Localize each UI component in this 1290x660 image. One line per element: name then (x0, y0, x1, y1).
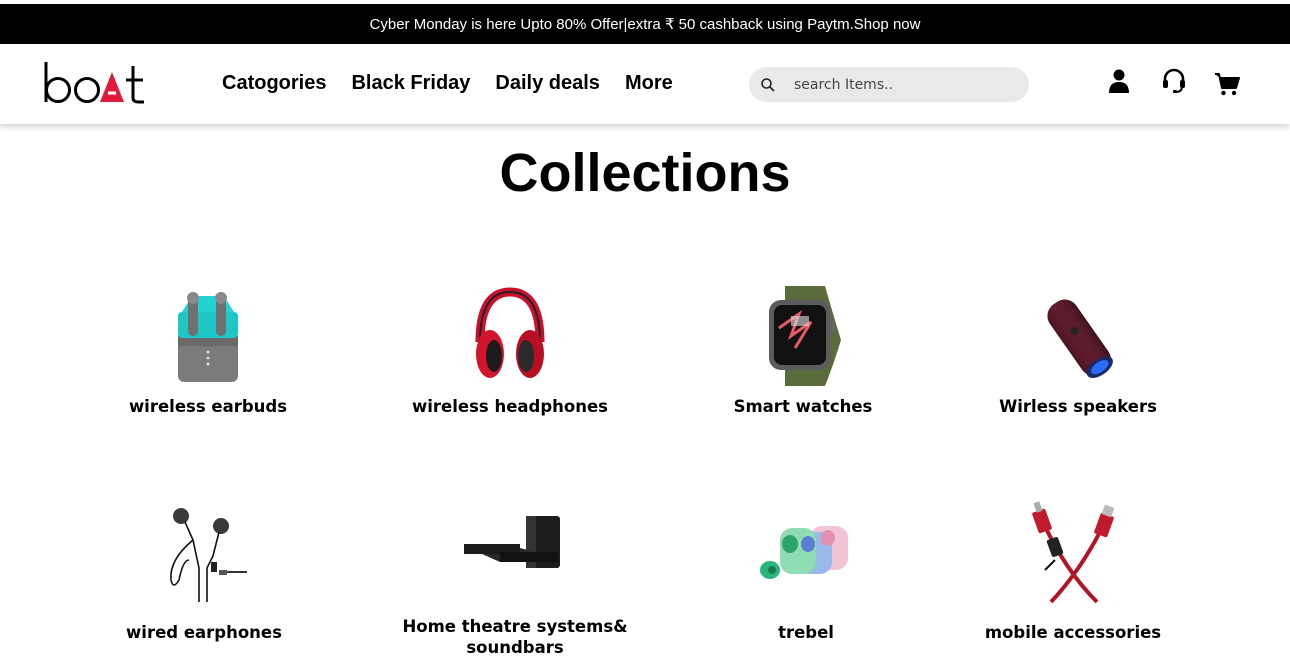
collection-card-smart-watches[interactable]: Smart watches (703, 284, 903, 417)
collection-label: wired earphones (126, 623, 282, 642)
main-nav: Catogories Black Friday Daily deals More (222, 72, 673, 95)
collection-label: trebel (778, 623, 834, 642)
boat-logo[interactable] (44, 60, 148, 106)
collection-label: Smart watches (733, 397, 873, 416)
smartwatch-image (769, 286, 841, 386)
collection-label: Home theatre systems& (402, 617, 628, 636)
collection-card-wireless-headphones[interactable]: wireless headphones (410, 284, 610, 417)
header: Catogories Black Friday Daily deals More (0, 44, 1290, 124)
collection-label: mobile accessories (984, 623, 1162, 642)
earbuds-image (178, 292, 238, 382)
promo-bar[interactable]: Cyber Monday is here Upto 80% Offer|extr… (0, 4, 1290, 44)
headphones-image (475, 287, 545, 378)
cart-icon[interactable] (1214, 71, 1240, 97)
user-icon[interactable] (1106, 68, 1132, 94)
collection-label-line2: soundbars (466, 638, 564, 657)
nav-item-categories[interactable]: Catogories (222, 72, 326, 95)
speaker-image (1047, 299, 1113, 378)
cable-image (1032, 501, 1115, 604)
page-title: Collections (499, 143, 791, 203)
earphones-image (170, 508, 247, 602)
collection-card-trebel[interactable]: trebel (706, 500, 906, 643)
search-bar[interactable] (749, 67, 1029, 102)
nav-item-black-friday[interactable]: Black Friday (351, 72, 470, 95)
collection-card-wireless-earbuds[interactable]: wireless earbuds (108, 284, 308, 417)
nav-item-more[interactable]: More (625, 72, 673, 95)
search-icon[interactable] (760, 77, 776, 93)
support-headset-icon[interactable] (1161, 68, 1187, 94)
search-input[interactable] (794, 76, 1014, 93)
nav-item-daily-deals[interactable]: Daily deals (495, 72, 600, 95)
collection-card-wired-earphones[interactable]: wired earphones (104, 500, 304, 643)
trebel-earbuds-image (760, 526, 848, 579)
collection-card-mobile-accessories[interactable]: mobile accessories (973, 500, 1173, 643)
collection-label: Wirless speakers (999, 397, 1157, 416)
collection-card-wireless-speakers[interactable]: Wirless speakers (978, 284, 1178, 417)
collection-card-home-theatre[interactable]: Home theatre systems& soundbars (400, 500, 630, 658)
collection-label: wireless headphones (412, 397, 608, 416)
soundbar-image (464, 516, 560, 568)
collection-label: wireless earbuds (128, 397, 288, 416)
promo-text[interactable]: Cyber Monday is here Upto 80% Offer|extr… (370, 15, 921, 33)
